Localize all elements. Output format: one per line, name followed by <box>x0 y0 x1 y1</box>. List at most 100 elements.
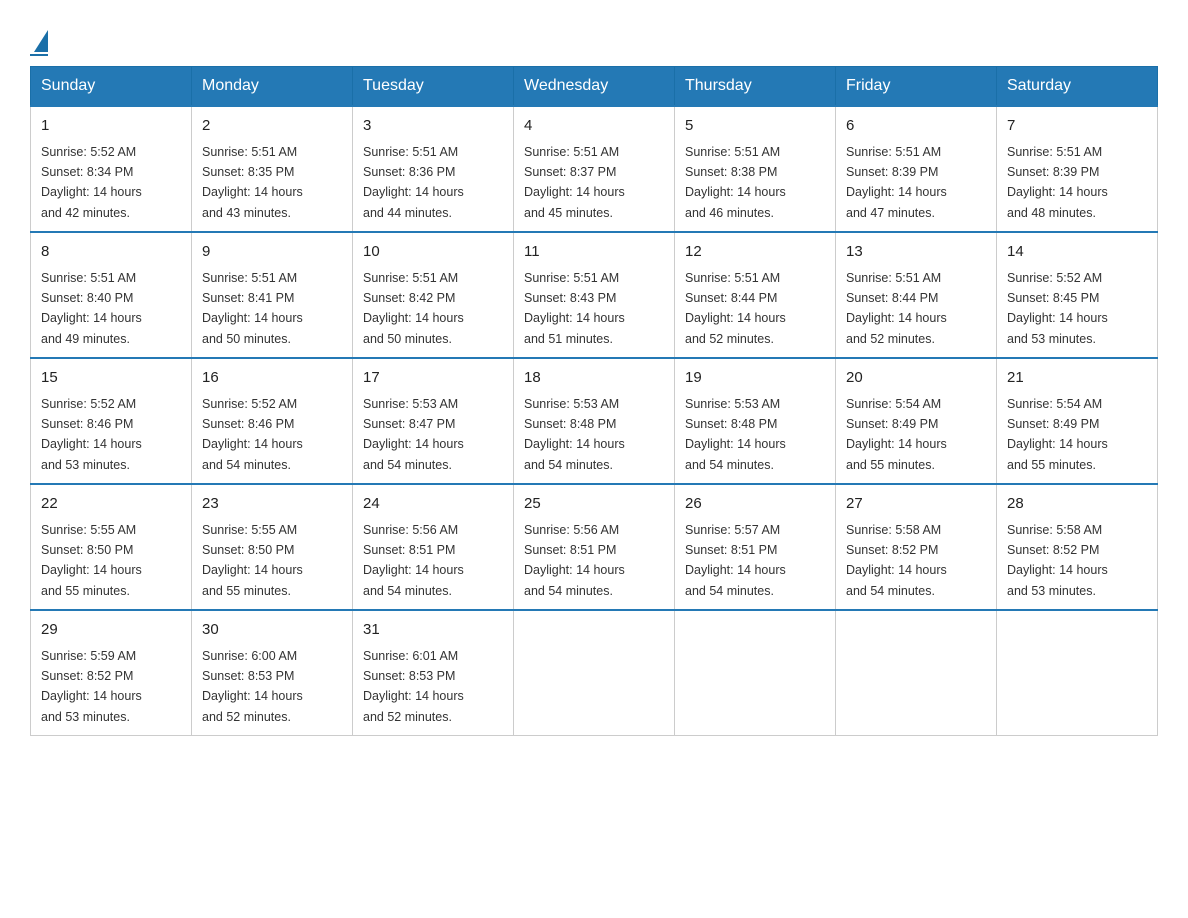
day-number: 22 <box>41 493 181 516</box>
day-number: 8 <box>41 241 181 264</box>
day-info: Sunrise: 5:51 AMSunset: 8:43 PMDaylight:… <box>524 271 625 346</box>
day-info: Sunrise: 5:56 AMSunset: 8:51 PMDaylight:… <box>524 523 625 598</box>
calendar-cell: 27 Sunrise: 5:58 AMSunset: 8:52 PMDaylig… <box>836 484 997 610</box>
calendar-cell: 12 Sunrise: 5:51 AMSunset: 8:44 PMDaylig… <box>675 232 836 358</box>
day-info: Sunrise: 5:51 AMSunset: 8:42 PMDaylight:… <box>363 271 464 346</box>
day-info: Sunrise: 5:51 AMSunset: 8:44 PMDaylight:… <box>685 271 786 346</box>
day-number: 6 <box>846 115 986 138</box>
logo-blue-part <box>30 30 48 52</box>
calendar-week-row: 1 Sunrise: 5:52 AMSunset: 8:34 PMDayligh… <box>31 106 1158 232</box>
calendar-cell: 9 Sunrise: 5:51 AMSunset: 8:41 PMDayligh… <box>192 232 353 358</box>
day-info: Sunrise: 5:52 AMSunset: 8:45 PMDaylight:… <box>1007 271 1108 346</box>
calendar-week-row: 15 Sunrise: 5:52 AMSunset: 8:46 PMDaylig… <box>31 358 1158 484</box>
calendar-cell: 10 Sunrise: 5:51 AMSunset: 8:42 PMDaylig… <box>353 232 514 358</box>
day-number: 14 <box>1007 241 1147 264</box>
calendar-cell <box>675 610 836 736</box>
day-number: 20 <box>846 367 986 390</box>
day-info: Sunrise: 5:53 AMSunset: 8:48 PMDaylight:… <box>685 397 786 472</box>
calendar-week-row: 22 Sunrise: 5:55 AMSunset: 8:50 PMDaylig… <box>31 484 1158 610</box>
day-number: 27 <box>846 493 986 516</box>
calendar-cell: 25 Sunrise: 5:56 AMSunset: 8:51 PMDaylig… <box>514 484 675 610</box>
calendar-cell: 28 Sunrise: 5:58 AMSunset: 8:52 PMDaylig… <box>997 484 1158 610</box>
day-info: Sunrise: 5:52 AMSunset: 8:46 PMDaylight:… <box>202 397 303 472</box>
day-number: 28 <box>1007 493 1147 516</box>
day-info: Sunrise: 6:01 AMSunset: 8:53 PMDaylight:… <box>363 649 464 724</box>
column-header-thursday: Thursday <box>675 67 836 107</box>
calendar-cell: 4 Sunrise: 5:51 AMSunset: 8:37 PMDayligh… <box>514 106 675 232</box>
day-info: Sunrise: 5:53 AMSunset: 8:47 PMDaylight:… <box>363 397 464 472</box>
day-number: 19 <box>685 367 825 390</box>
calendar-cell: 30 Sunrise: 6:00 AMSunset: 8:53 PMDaylig… <box>192 610 353 736</box>
day-info: Sunrise: 5:51 AMSunset: 8:40 PMDaylight:… <box>41 271 142 346</box>
day-number: 11 <box>524 241 664 264</box>
calendar-table: SundayMondayTuesdayWednesdayThursdayFrid… <box>30 66 1158 736</box>
logo <box>30 20 48 56</box>
calendar-cell: 22 Sunrise: 5:55 AMSunset: 8:50 PMDaylig… <box>31 484 192 610</box>
calendar-cell <box>514 610 675 736</box>
day-number: 3 <box>363 115 503 138</box>
calendar-header-row: SundayMondayTuesdayWednesdayThursdayFrid… <box>31 67 1158 107</box>
calendar-cell: 19 Sunrise: 5:53 AMSunset: 8:48 PMDaylig… <box>675 358 836 484</box>
calendar-cell: 2 Sunrise: 5:51 AMSunset: 8:35 PMDayligh… <box>192 106 353 232</box>
day-number: 18 <box>524 367 664 390</box>
day-number: 9 <box>202 241 342 264</box>
page-header <box>30 20 1158 56</box>
day-info: Sunrise: 5:52 AMSunset: 8:34 PMDaylight:… <box>41 145 142 220</box>
day-info: Sunrise: 5:53 AMSunset: 8:48 PMDaylight:… <box>524 397 625 472</box>
day-info: Sunrise: 5:51 AMSunset: 8:36 PMDaylight:… <box>363 145 464 220</box>
day-number: 25 <box>524 493 664 516</box>
column-header-monday: Monday <box>192 67 353 107</box>
column-header-saturday: Saturday <box>997 67 1158 107</box>
column-header-friday: Friday <box>836 67 997 107</box>
calendar-cell: 29 Sunrise: 5:59 AMSunset: 8:52 PMDaylig… <box>31 610 192 736</box>
day-info: Sunrise: 5:54 AMSunset: 8:49 PMDaylight:… <box>1007 397 1108 472</box>
day-number: 24 <box>363 493 503 516</box>
calendar-cell: 20 Sunrise: 5:54 AMSunset: 8:49 PMDaylig… <box>836 358 997 484</box>
day-number: 29 <box>41 619 181 642</box>
calendar-cell: 16 Sunrise: 5:52 AMSunset: 8:46 PMDaylig… <box>192 358 353 484</box>
day-info: Sunrise: 5:52 AMSunset: 8:46 PMDaylight:… <box>41 397 142 472</box>
calendar-cell: 11 Sunrise: 5:51 AMSunset: 8:43 PMDaylig… <box>514 232 675 358</box>
calendar-cell: 5 Sunrise: 5:51 AMSunset: 8:38 PMDayligh… <box>675 106 836 232</box>
day-number: 17 <box>363 367 503 390</box>
calendar-cell: 8 Sunrise: 5:51 AMSunset: 8:40 PMDayligh… <box>31 232 192 358</box>
calendar-cell: 24 Sunrise: 5:56 AMSunset: 8:51 PMDaylig… <box>353 484 514 610</box>
calendar-cell: 15 Sunrise: 5:52 AMSunset: 8:46 PMDaylig… <box>31 358 192 484</box>
day-number: 4 <box>524 115 664 138</box>
calendar-cell: 13 Sunrise: 5:51 AMSunset: 8:44 PMDaylig… <box>836 232 997 358</box>
calendar-cell: 7 Sunrise: 5:51 AMSunset: 8:39 PMDayligh… <box>997 106 1158 232</box>
day-number: 15 <box>41 367 181 390</box>
calendar-cell: 23 Sunrise: 5:55 AMSunset: 8:50 PMDaylig… <box>192 484 353 610</box>
calendar-cell <box>997 610 1158 736</box>
day-number: 1 <box>41 115 181 138</box>
day-info: Sunrise: 5:51 AMSunset: 8:39 PMDaylight:… <box>846 145 947 220</box>
day-info: Sunrise: 5:58 AMSunset: 8:52 PMDaylight:… <box>1007 523 1108 598</box>
calendar-cell: 18 Sunrise: 5:53 AMSunset: 8:48 PMDaylig… <box>514 358 675 484</box>
day-info: Sunrise: 5:58 AMSunset: 8:52 PMDaylight:… <box>846 523 947 598</box>
logo-underline <box>30 54 48 56</box>
day-info: Sunrise: 5:51 AMSunset: 8:38 PMDaylight:… <box>685 145 786 220</box>
column-header-tuesday: Tuesday <box>353 67 514 107</box>
day-info: Sunrise: 5:55 AMSunset: 8:50 PMDaylight:… <box>202 523 303 598</box>
day-info: Sunrise: 5:51 AMSunset: 8:35 PMDaylight:… <box>202 145 303 220</box>
column-header-wednesday: Wednesday <box>514 67 675 107</box>
calendar-week-row: 29 Sunrise: 5:59 AMSunset: 8:52 PMDaylig… <box>31 610 1158 736</box>
day-number: 23 <box>202 493 342 516</box>
day-number: 30 <box>202 619 342 642</box>
day-info: Sunrise: 5:56 AMSunset: 8:51 PMDaylight:… <box>363 523 464 598</box>
day-info: Sunrise: 5:51 AMSunset: 8:41 PMDaylight:… <box>202 271 303 346</box>
day-number: 2 <box>202 115 342 138</box>
calendar-cell: 1 Sunrise: 5:52 AMSunset: 8:34 PMDayligh… <box>31 106 192 232</box>
day-info: Sunrise: 6:00 AMSunset: 8:53 PMDaylight:… <box>202 649 303 724</box>
day-info: Sunrise: 5:51 AMSunset: 8:44 PMDaylight:… <box>846 271 947 346</box>
day-number: 26 <box>685 493 825 516</box>
day-info: Sunrise: 5:54 AMSunset: 8:49 PMDaylight:… <box>846 397 947 472</box>
calendar-cell: 31 Sunrise: 6:01 AMSunset: 8:53 PMDaylig… <box>353 610 514 736</box>
day-info: Sunrise: 5:57 AMSunset: 8:51 PMDaylight:… <box>685 523 786 598</box>
calendar-cell: 17 Sunrise: 5:53 AMSunset: 8:47 PMDaylig… <box>353 358 514 484</box>
day-number: 13 <box>846 241 986 264</box>
day-number: 7 <box>1007 115 1147 138</box>
calendar-cell: 26 Sunrise: 5:57 AMSunset: 8:51 PMDaylig… <box>675 484 836 610</box>
calendar-cell: 6 Sunrise: 5:51 AMSunset: 8:39 PMDayligh… <box>836 106 997 232</box>
day-number: 12 <box>685 241 825 264</box>
